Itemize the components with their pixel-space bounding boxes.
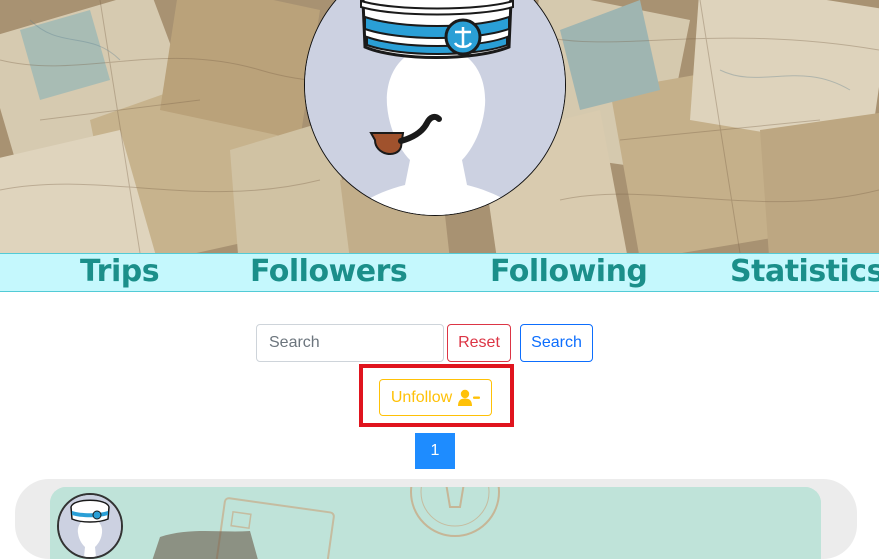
nav-following[interactable]: Following (490, 254, 648, 290)
unfollow-button[interactable]: Unfollow (379, 379, 492, 416)
pagination-page-1[interactable]: 1 (415, 433, 455, 469)
nav-followers[interactable]: Followers (250, 254, 408, 290)
profile-navbar: Trips Followers Following Statistics (0, 253, 879, 292)
reset-button[interactable]: Reset (447, 324, 511, 362)
following-user-card[interactable] (15, 479, 857, 559)
search-input[interactable] (256, 324, 444, 362)
search-button[interactable]: Search (520, 324, 593, 362)
unfollow-label: Unfollow (390, 388, 453, 406)
user-minus-icon (458, 389, 481, 407)
nav-trips[interactable]: Trips (80, 254, 160, 290)
card-cover-image (50, 487, 821, 559)
card-user-avatar (57, 493, 123, 559)
nav-statistics[interactable]: Statistics (730, 254, 879, 290)
